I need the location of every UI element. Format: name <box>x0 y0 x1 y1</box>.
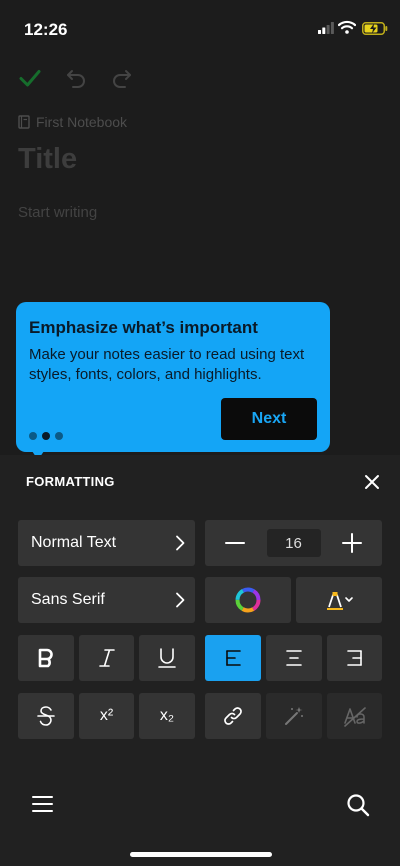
undo-button[interactable] <box>60 62 92 94</box>
notebook-name: First Notebook <box>36 114 128 130</box>
clear-formatting-button[interactable] <box>327 693 382 739</box>
align-right-icon <box>346 650 362 666</box>
chevron-right-icon <box>176 535 185 551</box>
italic-button[interactable] <box>79 635 134 681</box>
decrease-size-button[interactable] <box>225 533 245 553</box>
subscript-label: x₂ <box>159 707 175 724</box>
link-icon <box>224 707 242 725</box>
bold-button[interactable] <box>18 635 74 681</box>
magic-format-button[interactable] <box>266 693 322 739</box>
clear-formatting-icon <box>343 707 366 727</box>
superscript-label: x² <box>99 707 114 724</box>
note-title-input[interactable]: Title <box>18 143 77 176</box>
strikethrough-icon <box>37 706 55 726</box>
font-size-stepper: 16 <box>205 520 382 566</box>
home-indicator <box>130 852 272 857</box>
color-wheel-icon <box>235 587 261 613</box>
battery-charging-icon <box>362 22 388 35</box>
undo-icon <box>67 70 85 88</box>
underline-button[interactable] <box>139 635 195 681</box>
align-center-button[interactable] <box>266 635 322 681</box>
italic-icon <box>98 649 115 667</box>
redo-icon <box>113 70 131 88</box>
tooltip-body: Make your notes easier to read using tex… <box>29 346 305 383</box>
page-dot <box>29 432 37 440</box>
tooltip-next-button[interactable]: Next <box>221 398 317 440</box>
subscript-button[interactable]: x₂ <box>139 693 195 739</box>
close-panel-button[interactable] <box>358 468 386 496</box>
bold-icon <box>38 648 53 668</box>
panel-title: FORMATTING <box>26 474 115 489</box>
align-left-icon <box>226 650 241 666</box>
tooltip-page-indicator <box>29 432 63 440</box>
editor-toolbar <box>0 62 400 94</box>
checkmark-icon <box>19 70 41 87</box>
highlighter-icon <box>327 592 353 610</box>
text-style-label: Normal Text <box>31 534 117 551</box>
text-style-button[interactable]: Normal Text <box>18 520 195 566</box>
formatting-tooltip: Emphasize what’s important Make your not… <box>16 302 330 452</box>
page-dot-active <box>42 432 50 440</box>
redo-button[interactable] <box>106 62 138 94</box>
increase-size-button[interactable] <box>342 533 362 553</box>
notebook-icon <box>18 115 30 129</box>
align-left-button[interactable] <box>205 635 261 681</box>
close-icon <box>365 475 379 489</box>
underline-icon <box>158 648 176 668</box>
magic-wand-icon <box>285 707 303 725</box>
font-size-value[interactable]: 16 <box>266 529 321 557</box>
text-color-button[interactable] <box>205 577 291 623</box>
page-dot <box>55 432 63 440</box>
menu-icon[interactable] <box>32 795 53 813</box>
font-family-button[interactable]: Sans Serif <box>18 577 195 623</box>
align-right-button[interactable] <box>327 635 382 681</box>
search-icon[interactable] <box>346 793 370 817</box>
align-center-icon <box>286 650 302 666</box>
chevron-right-icon <box>176 592 185 608</box>
notebook-selector[interactable]: First Notebook <box>18 114 127 130</box>
status-bar: 12:26 <box>0 0 400 54</box>
note-body-input[interactable]: Start writing <box>18 204 97 221</box>
wifi-icon <box>338 20 356 34</box>
bottom-toolbar <box>0 777 400 833</box>
tooltip-heading: Emphasize what’s important <box>29 318 258 337</box>
done-button[interactable] <box>14 62 46 94</box>
link-button[interactable] <box>205 693 261 739</box>
cellular-signal-icon <box>318 22 334 34</box>
highlight-button[interactable] <box>296 577 382 623</box>
superscript-button[interactable]: x² <box>79 693 134 739</box>
font-family-label: Sans Serif <box>31 591 105 608</box>
status-time: 12:26 <box>24 20 68 39</box>
strikethrough-button[interactable] <box>18 693 74 739</box>
